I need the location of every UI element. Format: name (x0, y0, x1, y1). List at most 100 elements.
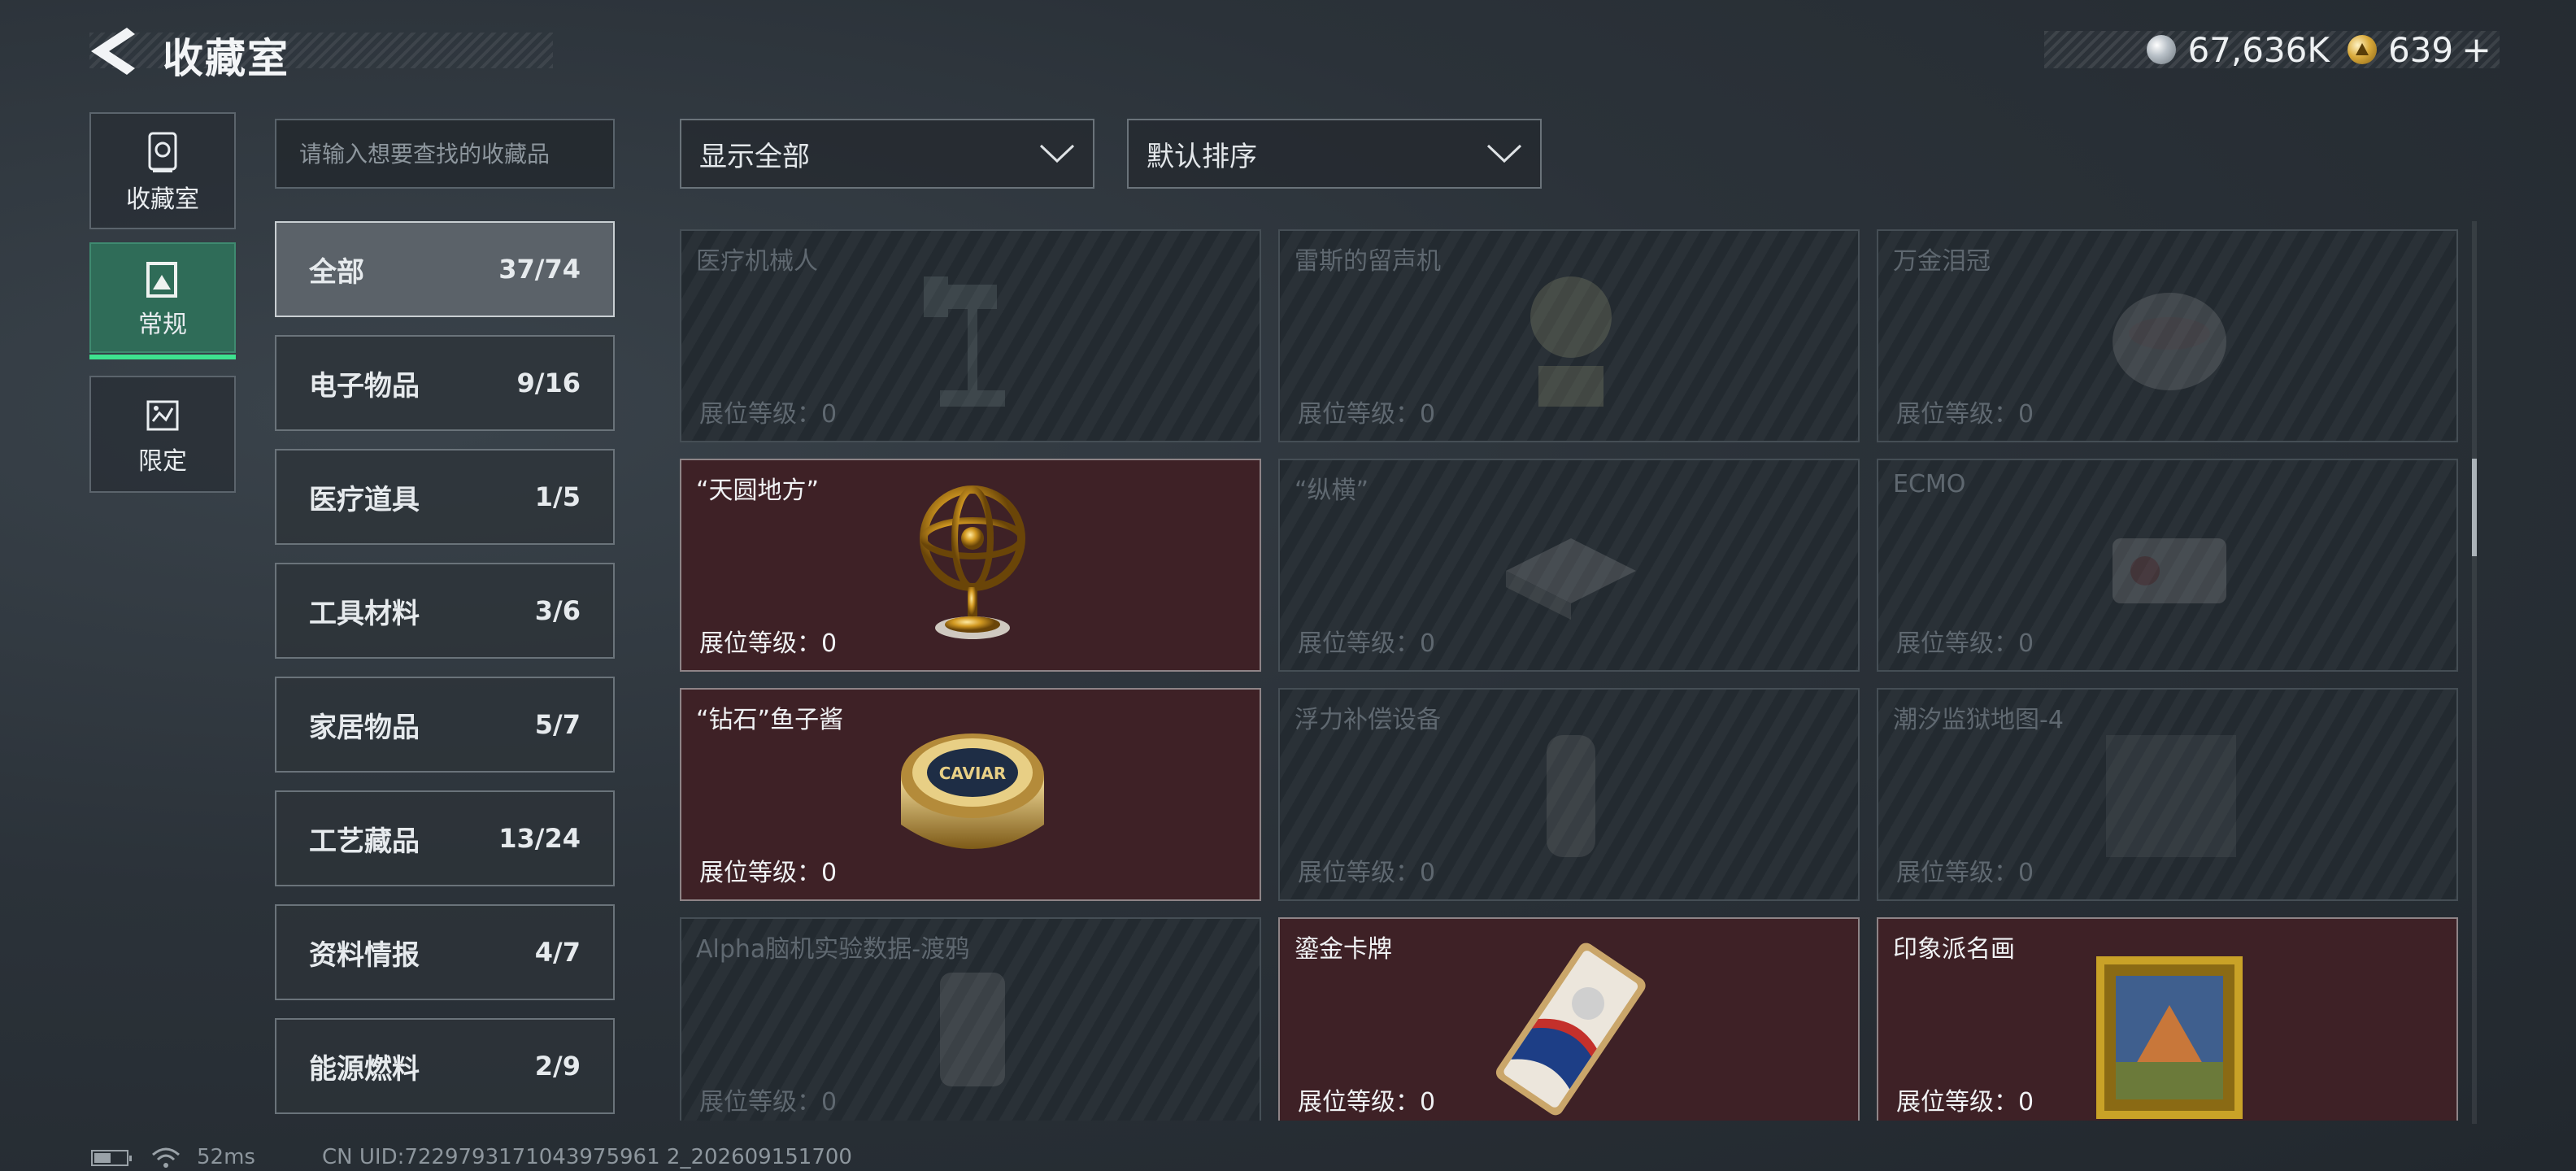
category-name: 工艺藏品 (309, 825, 420, 858)
grid-scrollbar[interactable] (2472, 221, 2477, 1124)
card-level: 展位等级：0 (1896, 859, 2034, 887)
collection-card-ecmo[interactable]: ECMO 展位等级：0 (1877, 459, 2458, 672)
card-title: 雷斯的留声机 (1295, 247, 1441, 276)
rail-tab-vault[interactable]: 收藏室 (89, 112, 236, 229)
map-icon (2106, 735, 2236, 857)
category-household[interactable]: 家居物品 5/7 (275, 677, 615, 773)
category-name: 资料情报 (309, 938, 420, 972)
rail-tab-limited-label: 限定 (138, 447, 187, 476)
card-level: 展位等级：0 (1298, 629, 1436, 658)
limited-icon (146, 400, 179, 431)
category-count: 9/16 (516, 368, 581, 398)
category-name: 工具材料 (309, 597, 420, 630)
card-title: 印象派名画 (1893, 935, 2015, 964)
card-level: 展位等级：0 (699, 1088, 838, 1117)
category-all[interactable]: 全部 37/74 (275, 221, 615, 317)
category-name: 家居物品 (309, 711, 420, 744)
collection-card-medical-robot[interactable]: 医疗机械人 展位等级：0 (680, 229, 1261, 442)
caviar-tin-icon: CAVIAR (901, 734, 1044, 849)
chevron-down-icon (1039, 144, 1075, 163)
collection-card-gramophone[interactable]: 雷斯的留声机 展位等级：0 (1278, 229, 1860, 442)
collection-grid: 医疗机械人 展位等级：0 雷斯的留声机 展位等级：0 万金泪冠 展位等级：0 “… (680, 229, 2461, 1121)
card-level: 展位等级：0 (1896, 1088, 2034, 1117)
card-level: 展位等级：0 (1298, 1088, 1436, 1117)
collection-card-armillary[interactable]: “天圆地方” 展位等级：0 (680, 459, 1261, 672)
battery-icon (91, 1150, 132, 1166)
grid-scroll-thumb[interactable] (2472, 459, 2477, 556)
rail-tab-limited[interactable]: 限定 (89, 376, 236, 493)
rail-tab-vault-label: 收藏室 (126, 185, 199, 214)
collection-card-gilded-card[interactable]: 鎏金卡牌 展位等级：0 (1278, 917, 1860, 1121)
category-name: 全部 (309, 255, 364, 289)
wifi-icon (152, 1147, 180, 1168)
card-title: 浮力补偿设备 (1295, 706, 1441, 734)
silver-currency-value: 67,636K (2187, 29, 2330, 70)
category-name: 能源燃料 (309, 1052, 420, 1086)
category-count: 2/9 (534, 1051, 581, 1082)
currency-bar: 67,636K 639 + (2044, 29, 2500, 71)
vault-icon (148, 132, 177, 172)
category-tools[interactable]: 工具材料 3/6 (275, 563, 615, 659)
card-title: “钻石”鱼子酱 (696, 706, 844, 734)
collection-card-prison-map[interactable]: 潮汐监狱地图-4 展位等级：0 (1877, 688, 2458, 901)
category-name: 电子物品 (309, 369, 420, 403)
add-currency-button[interactable]: + (2461, 29, 2491, 71)
collection-card-caviar[interactable]: “钻石”鱼子酱 CAVIAR 展位等级：0 (680, 688, 1261, 901)
gold-currency-value: 639 (2387, 29, 2454, 70)
silver-coin-icon (2147, 35, 2177, 64)
card-level: 展位等级：0 (1896, 400, 2034, 429)
category-count: 1/5 (534, 481, 581, 512)
collection-card-alpha-data[interactable]: Alpha脑机实验数据-渡鸦 展位等级：0 (680, 917, 1261, 1121)
category-medical[interactable]: 医疗道具 1/5 (275, 449, 615, 545)
back-button[interactable] (88, 24, 137, 78)
category-intel[interactable]: 资料情报 4/7 (275, 904, 615, 1000)
gilded-card-icon (1495, 942, 1646, 1116)
category-energy[interactable]: 能源燃料 2/9 (275, 1018, 615, 1114)
chevron-down-icon (1486, 144, 1522, 163)
card-level: 展位等级：0 (1298, 400, 1436, 429)
rail-tab-regular[interactable]: 常规 (89, 242, 236, 359)
card-level: 展位等级：0 (699, 629, 838, 658)
card-title: 鎏金卡牌 (1295, 935, 1392, 964)
buoyancy-device-icon (1547, 735, 1595, 857)
collection-card-painting[interactable]: 印象派名画 展位等级：0 (1877, 917, 2458, 1121)
gold-currency: 639 + (2347, 29, 2491, 71)
collection-card-chess[interactable]: “纵横” 展位等级：0 (1278, 459, 1860, 672)
sort-value: 默认排序 (1147, 140, 1257, 173)
page-title: 收藏室 (163, 35, 289, 82)
card-level: 展位等级：0 (699, 400, 838, 429)
ecmo-machine-icon (2113, 538, 2226, 603)
category-electronics[interactable]: 电子物品 9/16 (275, 335, 615, 431)
show-filter-value: 显示全部 (699, 140, 810, 173)
search-input[interactable] (275, 119, 615, 189)
category-count: 13/24 (498, 823, 581, 854)
category-count: 37/74 (498, 254, 581, 285)
chess-board-icon (1506, 538, 1636, 620)
card-level: 展位等级：0 (1896, 629, 2034, 658)
image-frame-icon (146, 262, 177, 298)
back-arrow-icon (91, 28, 135, 75)
framed-painting-icon (2096, 956, 2243, 1119)
medical-robot-icon (924, 276, 1005, 407)
card-title: 万金泪冠 (1893, 247, 1991, 276)
card-level: 展位等级：0 (1298, 859, 1436, 887)
crown-icon (2113, 293, 2226, 390)
armillary-sphere-icon (920, 485, 1025, 639)
gramophone-icon (1530, 276, 1612, 407)
ping-value: 52ms (197, 1145, 255, 1169)
category-count: 4/7 (534, 937, 581, 968)
gold-coin-icon (2347, 35, 2377, 64)
card-title: 潮汐监狱地图-4 (1893, 706, 2064, 734)
card-title: “天圆地方” (696, 477, 820, 505)
collection-card-buoyancy[interactable]: 浮力补偿设备 展位等级：0 (1278, 688, 1860, 901)
uid-text: CN UID:7229793171043975961 2_20260915170… (322, 1145, 852, 1169)
collection-card-crown[interactable]: 万金泪冠 展位等级：0 (1877, 229, 2458, 442)
sort-dropdown[interactable]: 默认排序 (1127, 119, 1542, 189)
card-title: “纵横” (1295, 477, 1369, 505)
category-crafts[interactable]: 工艺藏品 13/24 (275, 790, 615, 886)
category-count: 5/7 (534, 709, 581, 740)
category-name: 医疗道具 (309, 483, 420, 516)
card-level: 展位等级：0 (699, 859, 838, 887)
show-filter-dropdown[interactable]: 显示全部 (680, 119, 1094, 189)
data-canister-icon (940, 973, 1005, 1086)
